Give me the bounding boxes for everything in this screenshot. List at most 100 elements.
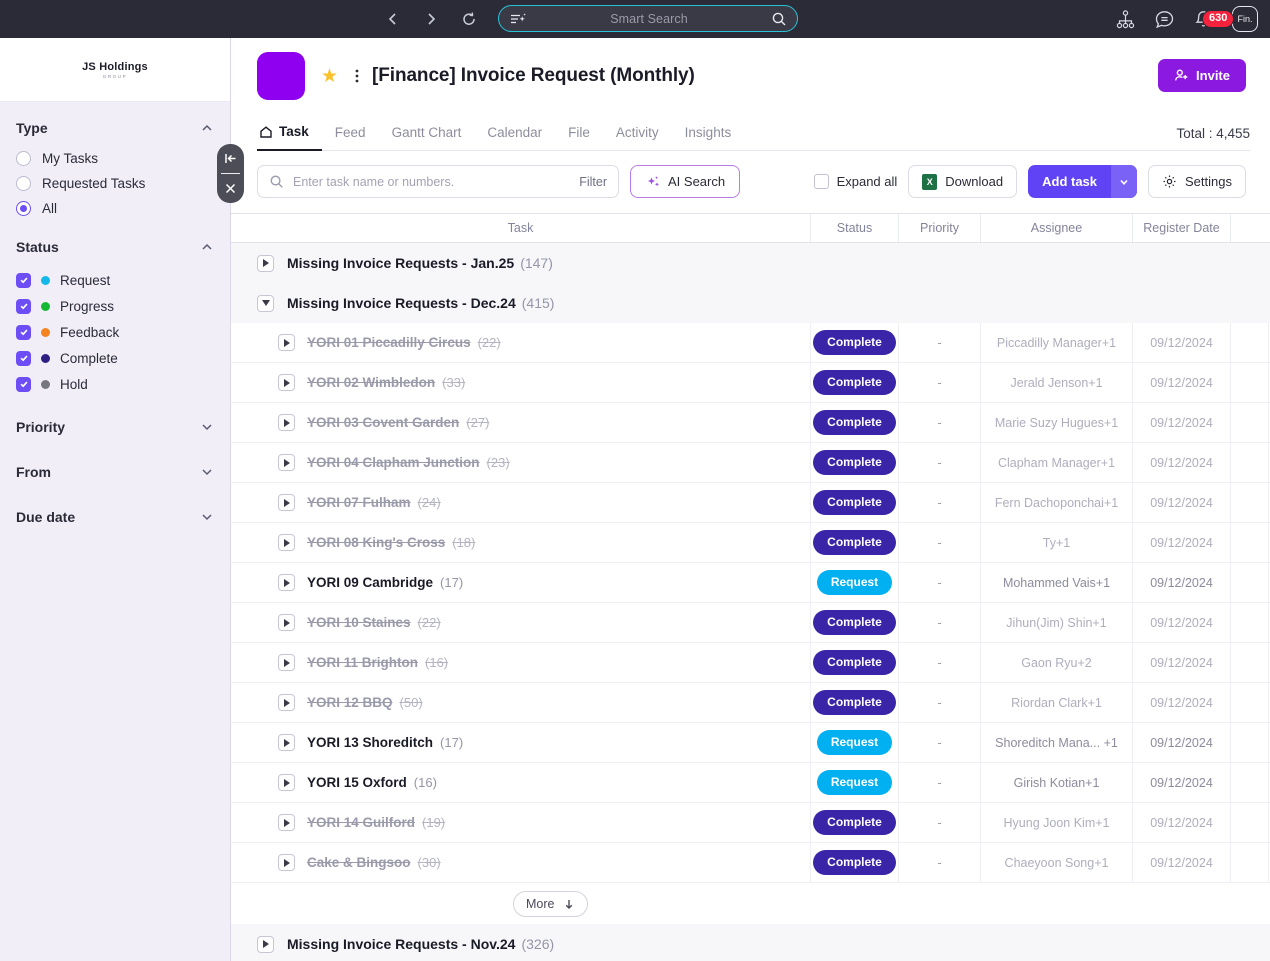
group-row-nov24[interactable]: Missing Invoice Requests - Nov.24 (326) <box>231 924 1270 961</box>
status-badge[interactable]: Complete <box>813 610 896 635</box>
status-badge[interactable]: Request <box>816 570 893 595</box>
task-name[interactable]: YORI 12 BBQ <box>307 695 393 710</box>
smart-search-bar[interactable]: Smart Search <box>498 5 798 32</box>
assignee-cell[interactable]: Chaeyoon Song+1 <box>981 843 1133 882</box>
task-expand-toggle[interactable] <box>278 694 295 711</box>
status-badge[interactable]: Request <box>816 730 893 755</box>
table-row[interactable]: YORI 03 Covent Garden (27) Complete - Marie … <box>231 403 1270 443</box>
status-badge[interactable]: Complete <box>813 450 896 475</box>
status-badge[interactable]: Complete <box>813 410 896 435</box>
table-row[interactable]: YORI 08 King's Cross (18) Complete - Ty+1 09/… <box>231 523 1270 563</box>
table-row[interactable]: YORI 11 Brighton (16) Complete - Gaon Ryu+2 0… <box>231 643 1270 683</box>
filter-section-priority[interactable]: Priority <box>16 397 214 445</box>
priority-cell[interactable]: - <box>899 563 981 602</box>
priority-cell[interactable]: - <box>899 403 981 442</box>
priority-cell[interactable]: - <box>899 523 981 562</box>
chat-bubble-icon[interactable] <box>1154 9 1175 30</box>
filter-section-type[interactable]: Type <box>16 102 214 146</box>
assignee-cell[interactable]: Girish Kotian+1 <box>981 763 1133 802</box>
task-name[interactable]: Cake & Bingsoo <box>307 855 411 870</box>
org-chart-icon[interactable] <box>1115 9 1136 30</box>
chevron-down-icon[interactable] <box>200 510 214 524</box>
column-header-register-date[interactable]: Register Date <box>1133 214 1231 242</box>
chevron-down-icon[interactable] <box>1111 165 1138 198</box>
tab-calendar[interactable]: Calendar <box>474 125 555 150</box>
tab-file[interactable]: File <box>555 125 603 150</box>
task-expand-toggle[interactable] <box>278 574 295 591</box>
task-expand-toggle[interactable] <box>278 334 295 351</box>
status-filter-progress[interactable]: Progress <box>16 293 214 319</box>
assignee-cell[interactable]: Gaon Ryu+2 <box>981 643 1133 682</box>
priority-cell[interactable]: - <box>899 323 981 362</box>
filter-section-status[interactable]: Status <box>16 221 214 265</box>
column-header-priority[interactable]: Priority <box>899 214 981 242</box>
assignee-cell[interactable]: Hyung Joon Kim+1 <box>981 803 1133 842</box>
tab-insights[interactable]: Insights <box>672 125 745 150</box>
priority-cell[interactable]: - <box>899 843 981 882</box>
task-expand-toggle[interactable] <box>278 614 295 631</box>
task-name[interactable]: YORI 07 Fulham <box>307 495 411 510</box>
assignee-cell[interactable]: Ty+1 <box>981 523 1133 562</box>
column-header-assignee[interactable]: Assignee <box>981 214 1133 242</box>
table-row[interactable]: YORI 13 Shoreditch (17) Request - Shoreditch… <box>231 723 1270 763</box>
invite-button[interactable]: Invite <box>1158 59 1246 92</box>
radio-my-tasks[interactable]: My Tasks <box>16 146 214 171</box>
radio-all[interactable]: All <box>16 196 214 221</box>
group-row-dec24[interactable]: Missing Invoice Requests - Dec.24 (415) <box>231 283 1270 323</box>
status-badge[interactable]: Complete <box>813 490 896 515</box>
assignee-cell[interactable]: Shoreditch Mana... +1 <box>981 723 1133 762</box>
task-expand-toggle[interactable] <box>278 774 295 791</box>
priority-cell[interactable]: - <box>899 363 981 402</box>
task-name[interactable]: YORI 02 Wimbledon <box>307 375 435 390</box>
avatar[interactable]: Fin. <box>1232 6 1258 32</box>
status-badge[interactable]: Complete <box>813 370 896 395</box>
task-name[interactable]: YORI 01 Piccadilly Circus <box>307 335 471 350</box>
assignee-cell[interactable]: Marie Suzy Hugues+1 <box>981 403 1133 442</box>
column-header-status[interactable]: Status <box>811 214 899 242</box>
filter-button[interactable]: Filter <box>570 175 607 189</box>
group-collapse-toggle[interactable] <box>257 294 274 312</box>
assignee-cell[interactable]: Clapham Manager+1 <box>981 443 1133 482</box>
assignee-cell[interactable]: Jihun(Jim) Shin+1 <box>981 603 1133 642</box>
table-row[interactable]: YORI 14 Guilford (19) Complete - Hyung Joon … <box>231 803 1270 843</box>
tab-task[interactable]: Task <box>257 124 322 151</box>
priority-cell[interactable]: - <box>899 803 981 842</box>
task-name[interactable]: YORI 10 Staines <box>307 615 411 630</box>
project-icon[interactable] <box>257 52 305 100</box>
status-badge[interactable]: Complete <box>813 690 896 715</box>
task-expand-toggle[interactable] <box>278 414 295 431</box>
tab-gantt-chart[interactable]: Gantt Chart <box>379 125 475 150</box>
status-badge[interactable]: Complete <box>813 650 896 675</box>
radio-requested-tasks[interactable]: Requested Tasks <box>16 171 214 196</box>
task-expand-toggle[interactable] <box>278 654 295 671</box>
priority-cell[interactable]: - <box>899 443 981 482</box>
table-row[interactable]: YORI 02 Wimbledon (33) Complete - Jerald Jen… <box>231 363 1270 403</box>
close-icon[interactable] <box>217 174 244 203</box>
task-name[interactable]: YORI 03 Covent Garden <box>307 415 459 430</box>
status-badge[interactable]: Complete <box>813 330 896 355</box>
status-filter-request[interactable]: Request <box>16 267 214 293</box>
status-filter-feedback[interactable]: Feedback <box>16 319 214 345</box>
group-expand-toggle[interactable] <box>257 935 274 953</box>
task-name[interactable]: YORI 14 Guilford <box>307 815 415 830</box>
task-search-box[interactable]: Filter <box>257 165 619 198</box>
task-expand-toggle[interactable] <box>278 734 295 751</box>
task-name[interactable]: YORI 04 Clapham Junction <box>307 455 480 470</box>
settings-button[interactable]: Settings <box>1148 165 1246 198</box>
chevron-left-icon[interactable] <box>384 10 402 28</box>
assignee-cell[interactable]: Mohammed Vais+1 <box>981 563 1133 602</box>
status-badge[interactable]: Complete <box>813 810 896 835</box>
more-button[interactable]: More <box>513 890 589 917</box>
task-name[interactable]: YORI 15 Oxford <box>307 775 407 790</box>
assignee-cell[interactable]: Piccadilly Manager+1 <box>981 323 1133 362</box>
task-name[interactable]: YORI 13 Shoreditch <box>307 735 433 750</box>
task-expand-toggle[interactable] <box>278 454 295 471</box>
group-row-jan25[interactable]: Missing Invoice Requests - Jan.25 (147) <box>231 243 1270 283</box>
assignee-cell[interactable]: Jerald Jenson+1 <box>981 363 1133 402</box>
table-row[interactable]: Cake & Bingsoo (30) Complete - Chaeyoon Song… <box>231 843 1270 883</box>
star-icon[interactable]: ★ <box>321 67 338 86</box>
search-icon[interactable] <box>771 11 787 27</box>
task-name[interactable]: YORI 08 King's Cross <box>307 535 445 550</box>
filter-section-from[interactable]: From <box>16 445 214 490</box>
status-filter-complete[interactable]: Complete <box>16 345 214 371</box>
